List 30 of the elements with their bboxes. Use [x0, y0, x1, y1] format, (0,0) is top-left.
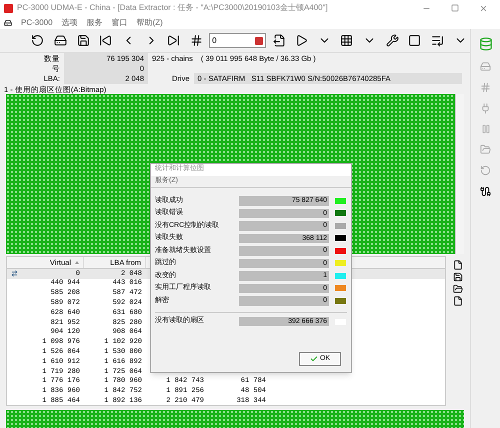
tools-icon — [386, 34, 399, 47]
last-icon — [167, 34, 180, 47]
goto-icon — [190, 34, 203, 47]
close-icon[interactable] — [479, 4, 488, 12]
menu-item[interactable]: 窗口 — [112, 16, 128, 28]
position-field[interactable]: 0 — [209, 33, 266, 48]
menu-item[interactable]: PC-3000 — [21, 16, 53, 28]
app-menu-icon — [4, 18, 12, 26]
menu-item[interactable]: 帮助(Z) — [136, 16, 163, 28]
database-icon[interactable] — [478, 37, 492, 51]
play-icon — [295, 34, 308, 47]
grid-icon — [340, 34, 354, 47]
refresh-icon — [31, 34, 44, 47]
drive-icon — [54, 34, 67, 47]
sort-icon — [75, 261, 79, 264]
menu-item[interactable]: 服务 — [86, 16, 103, 28]
stop-icon — [408, 34, 422, 47]
page-icon[interactable] — [453, 260, 463, 270]
document-icon[interactable] — [453, 296, 463, 306]
first-icon — [99, 34, 112, 47]
app-icon — [4, 4, 13, 12]
check-icon — [310, 355, 318, 363]
folder-icon[interactable] — [453, 284, 463, 294]
drive-save-icon — [76, 34, 90, 47]
cable-icon[interactable] — [480, 186, 491, 197]
window-title: PC-3000 UDMA-E - China - [Data Extractor : 任务 - "A:\PC3000\20190103金士顿A400"] — [17, 2, 328, 14]
list-icon — [431, 34, 444, 47]
menu-item[interactable]: 选项 — [62, 16, 78, 28]
export-icon — [272, 34, 286, 47]
current-row-icon — [11, 270, 18, 278]
